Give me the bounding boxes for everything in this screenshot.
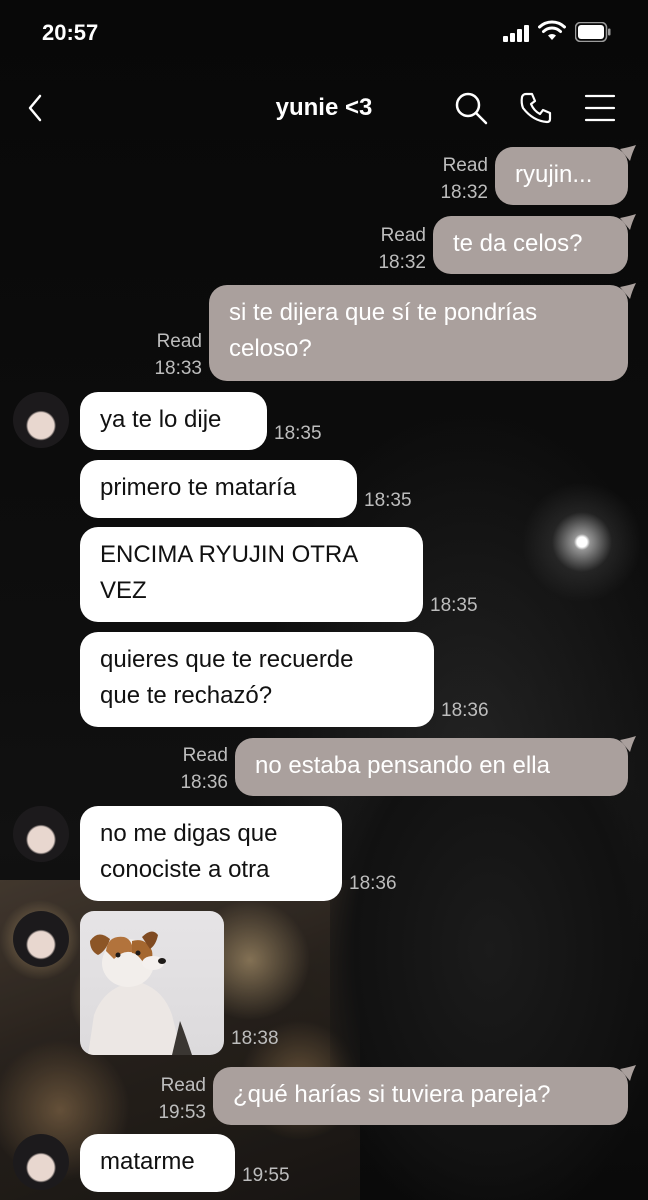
- wifi-icon: [538, 20, 566, 40]
- message-text: primero te mataría: [100, 474, 297, 501]
- message-meta: Read 18:32: [420, 152, 488, 206]
- message-text: ryujin...: [515, 161, 593, 188]
- read-receipt: Read: [380, 225, 426, 246]
- status-bar: 20:57: [0, 0, 648, 70]
- message-text-line: VEZ: [100, 577, 147, 604]
- message-text-line: quieres que te recuerde: [100, 646, 354, 673]
- message-bubble[interactable]: primero te mataría: [80, 460, 357, 518]
- message-text: ya te lo dije: [100, 406, 222, 433]
- message-time: 19:55: [242, 1165, 290, 1186]
- dog-illustration: [88, 931, 192, 1055]
- message-bubble[interactable]: ¿qué harías si tuviera pareja?: [213, 1067, 628, 1125]
- bubble-tail: [620, 145, 636, 161]
- cellular-signal-icon: [503, 24, 531, 42]
- message-time: 18:35: [364, 490, 412, 511]
- message-text: matarme: [100, 1148, 195, 1175]
- search-icon[interactable]: [451, 88, 491, 128]
- message-time: 19:53: [158, 1102, 206, 1123]
- message-text: no estaba pensando en ella: [255, 752, 550, 779]
- phone-icon[interactable]: [516, 88, 556, 128]
- message-bubble[interactable]: no me digas que conociste a otra: [80, 806, 342, 901]
- message-text-line: ENCIMA RYUJIN OTRA: [100, 541, 359, 568]
- message-bubble[interactable]: si te dijera que sí te pondrías celoso?: [209, 285, 628, 381]
- message-meta: Read 18:33: [134, 328, 202, 382]
- background-figure: [330, 790, 648, 1200]
- dog-photo[interactable]: [80, 911, 224, 1055]
- message-bubble[interactable]: te da celos?: [433, 216, 628, 274]
- message-time: 18:36: [180, 772, 228, 793]
- message-meta: Read 18:32: [358, 222, 426, 276]
- bubble-tail: [620, 736, 636, 752]
- read-receipt: Read: [156, 331, 202, 352]
- message-time: 18:36: [441, 700, 489, 721]
- bubble-tail: [620, 214, 636, 230]
- message-text: ¿qué harías si tuviera pareja?: [233, 1081, 551, 1108]
- read-receipt: Read: [160, 1075, 206, 1096]
- message-bubble[interactable]: matarme: [80, 1134, 235, 1192]
- bubble-tail: [620, 1065, 636, 1081]
- message-text-line: celoso?: [229, 335, 312, 362]
- message-bubble[interactable]: ya te lo dije: [80, 392, 267, 450]
- avatar[interactable]: [13, 1134, 69, 1190]
- read-receipt: Read: [442, 155, 488, 176]
- message-text-line: conociste a otra: [100, 856, 270, 883]
- bubble-tail: [620, 283, 636, 299]
- message-time: 18:35: [430, 595, 478, 616]
- message-meta: Read 19:53: [138, 1072, 206, 1126]
- message-time: 18:36: [349, 873, 397, 894]
- message-time: 18:32: [378, 252, 426, 273]
- message-text-line: si te dijera que sí te pondrías: [229, 299, 538, 326]
- read-receipt: Read: [182, 745, 228, 766]
- menu-icon[interactable]: [581, 88, 621, 128]
- message-meta: Read 18:36: [160, 742, 228, 796]
- message-bubble[interactable]: ryujin...: [495, 147, 628, 205]
- message-bubble[interactable]: quieres que te recuerde que te rechazó?: [80, 632, 434, 727]
- message-text-line: que te rechazó?: [100, 682, 273, 709]
- battery-icon: [575, 22, 611, 42]
- message-time: 18:32: [440, 182, 488, 203]
- message-text-line: no me digas que: [100, 820, 278, 847]
- message-text: te da celos?: [453, 230, 583, 257]
- message-time: 18:38: [231, 1028, 279, 1049]
- message-time: 18:33: [154, 358, 202, 379]
- message-bubble[interactable]: ENCIMA RYUJIN OTRA VEZ: [80, 527, 423, 622]
- status-time: 20:57: [42, 20, 99, 45]
- avatar[interactable]: [13, 911, 69, 967]
- message-time: 18:35: [274, 423, 322, 444]
- message-bubble[interactable]: no estaba pensando en ella: [235, 738, 628, 796]
- avatar[interactable]: [13, 806, 69, 862]
- chat-header: yunie <3: [0, 80, 648, 136]
- avatar[interactable]: [13, 392, 69, 448]
